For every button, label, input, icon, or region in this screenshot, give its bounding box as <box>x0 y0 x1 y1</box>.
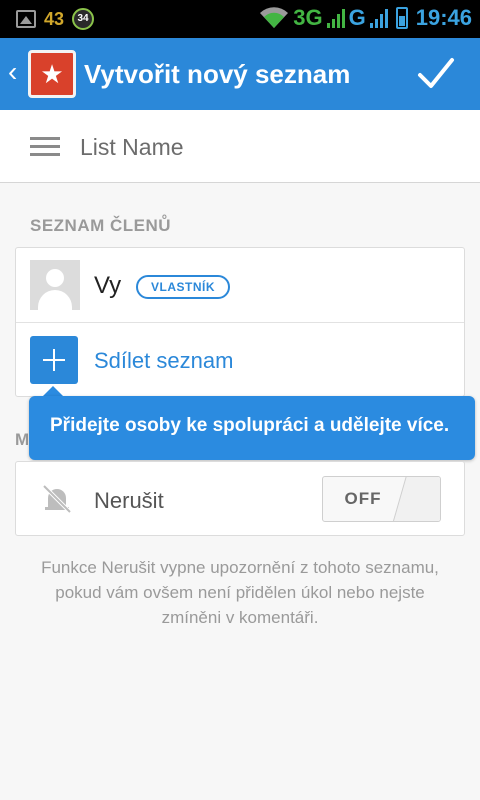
signal-g-icon <box>369 8 388 28</box>
toggle-state-label: OFF <box>344 489 382 508</box>
avatar <box>30 260 80 310</box>
list-name-row <box>0 110 480 183</box>
wifi-icon <box>260 7 289 28</box>
app-badge-icon: 34 <box>72 8 95 30</box>
mute-section-header: M <box>15 430 30 449</box>
page-title: Vytvořit nový seznam <box>84 59 351 89</box>
status-bar: 43 34 3G G 19:46 <box>0 0 480 38</box>
list-name-input[interactable] <box>80 132 450 162</box>
star-icon: ★ <box>40 59 64 89</box>
image-notification-icon <box>16 10 36 28</box>
collaboration-tooltip[interactable]: Přidejte osoby ke spolupráci a udělejte … <box>29 396 475 460</box>
mute-card: Nerušit OFF <box>15 461 465 536</box>
network-3g-label: 3G <box>293 5 323 30</box>
plus-icon[interactable] <box>30 336 78 384</box>
member-name: Vy <box>94 272 122 299</box>
owner-badge: VLASTNÍK <box>136 275 230 299</box>
members-section-header: SEZNAM ČLENŮ <box>30 216 172 235</box>
share-list-label: Sdílet seznam <box>94 348 234 373</box>
app-bar: ‹ ★ Vytvořit nový seznam <box>0 38 480 110</box>
checkmark-icon[interactable] <box>416 54 456 94</box>
signal-3g-icon <box>326 8 345 28</box>
network-g-label: G <box>348 5 366 30</box>
mute-notification-icon <box>42 484 72 514</box>
mute-description: Funkce Nerušit vypne upozornění z tohoto… <box>41 558 439 627</box>
back-chevron-icon[interactable]: ‹ <box>8 58 17 86</box>
member-row[interactable]: Vy VLASTNÍK <box>16 248 464 323</box>
battery-icon <box>395 7 408 29</box>
members-card: Vy VLASTNÍK Sdílet seznam <box>15 247 465 397</box>
mute-label: Nerušit <box>94 488 164 513</box>
menu-lines-icon <box>30 137 60 157</box>
mute-toggle[interactable]: OFF <box>322 476 441 522</box>
clock: 19:46 <box>415 5 472 30</box>
app-logo[interactable]: ★ <box>28 50 76 98</box>
share-list-button[interactable]: Sdílet seznam <box>16 323 464 397</box>
notification-count: 43 <box>44 8 65 29</box>
